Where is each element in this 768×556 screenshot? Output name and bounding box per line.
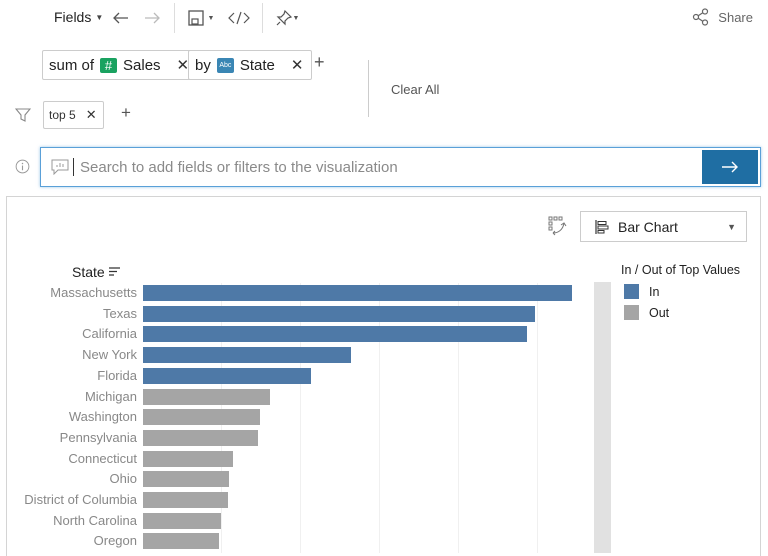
arrow-right-icon: [722, 161, 738, 173]
legend-title: In / Out of Top Values: [621, 263, 741, 277]
category-label: New York: [82, 347, 137, 363]
fields-label: Fields: [54, 9, 92, 25]
dimension-chip[interactable]: by Abc State ✕: [188, 50, 313, 80]
category-label: Pennsylvania: [59, 429, 137, 445]
save-button[interactable]: ▼: [186, 8, 216, 28]
remove-dimension-icon[interactable]: ✕: [291, 56, 304, 74]
category-label: Washington: [68, 409, 137, 425]
filter-icon: [14, 107, 32, 128]
save-icon: [187, 10, 204, 26]
bar-massachusetts[interactable]: [143, 285, 572, 301]
divider: [368, 60, 369, 117]
legend-swatch-in: [624, 284, 639, 299]
pin-icon: [276, 9, 292, 26]
chart-scrollbar[interactable]: [594, 282, 611, 553]
chat-bubble-chart-icon: [51, 159, 69, 175]
category-label: Florida: [97, 367, 137, 383]
bar-michigan[interactable]: [143, 388, 271, 405]
bar-pennsylvania[interactable]: [143, 429, 259, 446]
remove-filter-icon[interactable]: ✕: [86, 107, 97, 123]
caret-down-icon: ▼: [727, 221, 736, 232]
clear-all-button[interactable]: Clear All: [391, 82, 439, 97]
y-axis-title[interactable]: State: [72, 264, 120, 280]
category-label: Michigan: [84, 388, 137, 404]
number-hash-icon: #: [100, 57, 118, 73]
category-label: Ohio: [109, 471, 137, 487]
category-label: California: [82, 326, 137, 342]
category-label: Oregon: [93, 533, 137, 549]
measure-prefix: sum of: [49, 56, 95, 74]
bar-texas[interactable]: [143, 305, 535, 322]
embed-code-icon[interactable]: [228, 8, 250, 28]
toolbar-divider: [174, 3, 175, 33]
bar-california[interactable]: [143, 326, 527, 343]
bar-ohio[interactable]: [143, 471, 230, 488]
category-label: Texas: [103, 305, 137, 321]
bar-oregon[interactable]: [143, 533, 219, 550]
bar-new-york[interactable]: [143, 347, 351, 364]
dimension-field: State: [239, 56, 275, 74]
fields-menu[interactable]: Fields ▼: [54, 9, 103, 25]
measure-field: Sales: [123, 56, 161, 74]
bar-florida[interactable]: [143, 367, 312, 384]
chart-type-label: Bar Chart: [618, 218, 678, 235]
bar-connecticut[interactable]: [143, 450, 234, 467]
category-label: North Carolina: [53, 512, 137, 528]
gridline: [300, 283, 301, 553]
measure-chip[interactable]: sum of # Sales ✕: [42, 50, 199, 80]
redo-arrow-right-icon[interactable]: [143, 8, 161, 28]
add-field-icon[interactable]: +: [314, 52, 325, 73]
info-icon[interactable]: [15, 159, 30, 179]
bar-district-of-columbia[interactable]: [143, 492, 229, 508]
legend-label-in: In: [649, 284, 660, 299]
chart-type-dropdown[interactable]: Bar Chart ▼: [580, 211, 747, 242]
bar-washington[interactable]: [143, 409, 260, 426]
y-axis-title-text: State: [72, 264, 105, 280]
gridline: [458, 283, 459, 553]
search-bar: [40, 147, 761, 187]
dimension-prefix: by: [195, 56, 211, 74]
category-label: District of Columbia: [24, 492, 137, 507]
share-label: Share: [718, 9, 753, 25]
category-label: Connecticut: [68, 450, 137, 466]
legend-swatch-out: [624, 305, 639, 320]
bar-north-carolina[interactable]: [143, 512, 222, 529]
share-icon: [693, 8, 709, 26]
search-input[interactable]: [73, 158, 702, 176]
abc-text-icon: Abc: [216, 57, 234, 73]
legend-item-in[interactable]: In: [624, 284, 659, 299]
gridline: [379, 283, 380, 553]
caret-down-icon: ▼: [95, 12, 104, 22]
sort-icon: [108, 267, 120, 276]
legend-label-out: Out: [649, 305, 670, 320]
filter-chip[interactable]: top 5 ✕: [43, 101, 104, 129]
pin-button[interactable]: ▼: [274, 8, 300, 28]
category-label: Massachusetts: [50, 285, 137, 300]
search-submit-button[interactable]: [702, 150, 758, 184]
legend-item-out[interactable]: Out: [624, 305, 669, 320]
share-button[interactable]: Share: [692, 8, 753, 26]
add-filter-icon[interactable]: +: [121, 103, 131, 123]
caret-down-icon: ▼: [207, 14, 215, 22]
caret-down-icon: ▼: [292, 14, 300, 22]
swap-axes-icon[interactable]: [548, 216, 568, 241]
toolbar-divider: [262, 3, 263, 33]
gridline: [537, 283, 538, 553]
bar-chart-icon: [595, 219, 609, 234]
filter-label: top 5: [49, 108, 76, 122]
undo-arrow-left-icon[interactable]: [112, 8, 130, 28]
